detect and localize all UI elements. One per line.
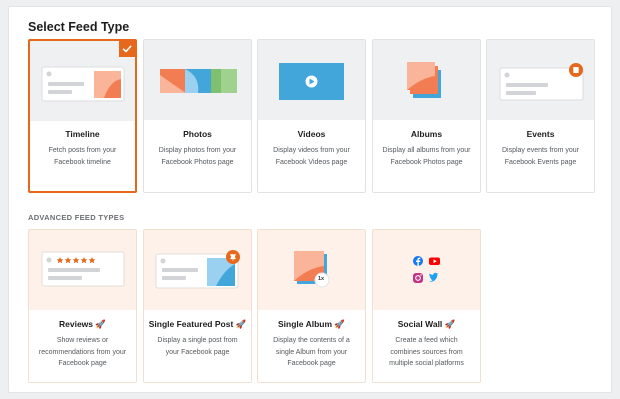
- feed-card-title-text: Social Wall: [397, 319, 443, 329]
- feed-card-title: Events: [526, 129, 555, 139]
- feed-card-events[interactable]: Events Display events from your Facebook…: [486, 39, 595, 193]
- featured-post-illustration: [144, 230, 251, 310]
- feed-card-description: Display photos from your Facebook Photos…: [158, 147, 237, 166]
- rocket-icon: 🚀: [334, 319, 345, 329]
- feed-card-description: Display the contents of a single Album f…: [273, 337, 350, 367]
- instagram-icon: [413, 273, 423, 283]
- feed-card-description: Display a single post from your Facebook…: [157, 337, 238, 356]
- youtube-icon: [429, 257, 440, 265]
- feed-card-description: Display events from your Facebook Events…: [501, 147, 580, 166]
- feed-card-single-featured-post[interactable]: Single Featured Post 🚀 Display a single …: [143, 229, 252, 383]
- feed-card-photos[interactable]: Photos Display photos from your Facebook…: [143, 39, 252, 193]
- section-title: Select Feed Type: [28, 20, 130, 34]
- feed-card-description: Show reviews or recommendations from you…: [38, 337, 127, 367]
- advanced-section-title: ADVANCED FEED TYPES: [28, 213, 125, 222]
- feed-card-title: Reviews 🚀: [29, 319, 136, 330]
- single-album-illustration: 1x: [258, 230, 365, 310]
- feed-card-description: Create a feed which combines sources fro…: [389, 337, 464, 367]
- feed-card-timeline[interactable]: Timeline Fetch posts from your Facebook …: [28, 39, 137, 193]
- feed-card-title-text: Single Album: [278, 319, 333, 329]
- album-count-badge: 1x: [318, 276, 325, 282]
- feed-card-social-wall[interactable]: Social Wall 🚀 Create a feed which combin…: [372, 229, 481, 383]
- facebook-icon: [413, 256, 423, 266]
- reviews-illustration: [29, 230, 136, 310]
- feed-card-title: Social Wall 🚀: [373, 319, 480, 330]
- events-illustration: [487, 40, 594, 120]
- feed-card-title: Photos: [183, 129, 212, 139]
- feed-card-title-text: Single Featured Post: [148, 319, 234, 329]
- feed-card-single-album[interactable]: 1x Single Album 🚀 Display the contents o…: [257, 229, 366, 383]
- selected-check-icon: [119, 41, 135, 57]
- rocket-icon: 🚀: [235, 319, 247, 329]
- photos-illustration: [144, 40, 251, 120]
- twitter-icon: [429, 272, 439, 282]
- video-illustration: [258, 40, 365, 120]
- feed-card-description: Fetch posts from your Facebook timeline: [48, 147, 117, 166]
- feed-card-title: Timeline: [65, 129, 100, 139]
- feed-card-description: Display all albums from your Facebook Ph…: [382, 147, 471, 166]
- rocket-icon: 🚀: [95, 319, 106, 329]
- social-wall-illustration: [373, 230, 480, 310]
- feed-card-reviews[interactable]: Reviews 🚀 Show reviews or recommendation…: [28, 229, 137, 383]
- feed-card-title: Single Featured Post 🚀: [144, 319, 251, 330]
- feed-card-title-text: Reviews: [59, 319, 94, 329]
- feed-card-title: Single Album 🚀: [258, 319, 365, 330]
- feed-card-description: Display videos from your Facebook Videos…: [273, 147, 350, 166]
- albums-illustration: [373, 40, 480, 120]
- feed-card-videos[interactable]: Videos Display videos from your Facebook…: [257, 39, 366, 193]
- feed-card-albums[interactable]: Albums Display all albums from your Face…: [372, 39, 481, 193]
- feed-card-title: Albums: [410, 129, 443, 139]
- feed-card-title: Videos: [297, 129, 326, 139]
- feed-type-panel: Select Feed Type Timeline Fetch posts fr…: [8, 6, 612, 393]
- rocket-icon: 🚀: [444, 319, 456, 329]
